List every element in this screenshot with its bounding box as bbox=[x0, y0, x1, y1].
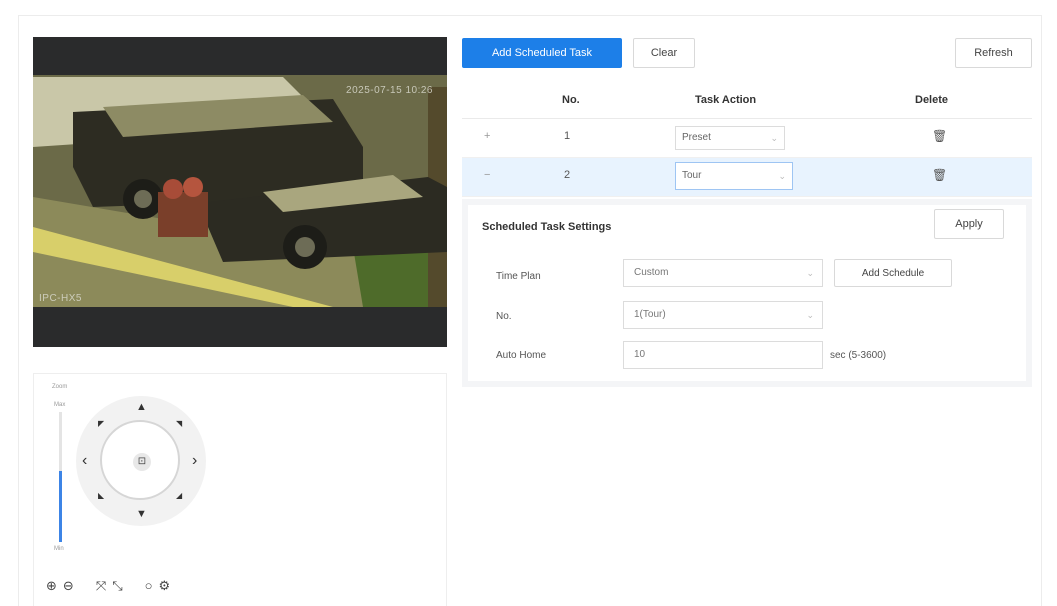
zoom-in-icon[interactable]: ⊕ bbox=[46, 578, 57, 593]
no-label: No. bbox=[496, 311, 512, 322]
focus-near-icon[interactable]: ⤧ bbox=[96, 578, 106, 593]
no-select[interactable]: 1(Tour) ⌄ bbox=[623, 301, 823, 329]
ptz-center-icon[interactable]: ⊡ bbox=[133, 453, 151, 471]
chevron-down-icon: ⌄ bbox=[778, 171, 786, 181]
col-header-no: No. bbox=[562, 94, 580, 106]
refresh-button[interactable]: Refresh bbox=[955, 38, 1032, 68]
col-header-delete: Delete bbox=[915, 94, 949, 106]
focus-far-icon[interactable]: ⤡ bbox=[112, 578, 122, 593]
arrow-up-left-icon[interactable]: ◤ bbox=[98, 420, 104, 428]
speed-slider-fill bbox=[59, 470, 62, 542]
task-action-select[interactable]: Tour ⌄ bbox=[675, 162, 793, 190]
table-header: No. Task Action Delete bbox=[462, 83, 1032, 119]
trash-icon[interactable]: 🗑 bbox=[932, 168, 947, 182]
time-plan-select[interactable]: Custom ⌄ bbox=[623, 259, 823, 287]
chevron-down-icon: ⌄ bbox=[770, 133, 778, 143]
video-preview: 2025-07-15 10:26 IPC-HX5 bbox=[33, 37, 447, 347]
scheduled-task-settings-panel: Scheduled Task Settings Apply Time Plan … bbox=[462, 199, 1032, 387]
task-action-select[interactable]: Preset ⌄ bbox=[675, 126, 785, 150]
add-scheduled-task-button[interactable]: Add Scheduled Task bbox=[462, 38, 622, 68]
settings-card: Scheduled Task Settings Apply Time Plan … bbox=[468, 205, 1026, 381]
ptz-lens-controls: ⊕ ⊖ ⤧ ⤡ ○ ⚙ bbox=[46, 578, 176, 594]
arrow-down-left-icon[interactable]: ◣ bbox=[98, 492, 104, 500]
arrow-up-right-icon[interactable]: ◥ bbox=[176, 420, 182, 428]
slider-min-label: Min bbox=[54, 546, 64, 552]
ptz-control-panel: Zoom Max Min ⊡ ▲ ▼ ‹ › ◤ ◥ ◣ ◢ ⊕ ⊖ ⤧ ⤡ ○ ⚙ bbox=[33, 373, 447, 606]
add-schedule-button[interactable]: Add Schedule bbox=[834, 259, 952, 287]
clear-button[interactable]: Clear bbox=[633, 38, 695, 68]
slider-title: Zoom bbox=[52, 384, 68, 390]
row-number: 2 bbox=[564, 169, 571, 181]
arrow-down-right-icon[interactable]: ◢ bbox=[176, 492, 182, 500]
no-value: 1(Tour) bbox=[634, 309, 666, 320]
arrow-left-icon[interactable]: ‹ bbox=[82, 453, 87, 469]
apply-button[interactable]: Apply bbox=[934, 209, 1004, 239]
video-camera-label: IPC-HX5 bbox=[39, 293, 82, 304]
arrow-up-icon[interactable]: ▲ bbox=[136, 402, 147, 413]
zoom-out-icon[interactable]: ⊖ bbox=[63, 578, 74, 593]
auto-home-unit: sec (5-3600) bbox=[830, 350, 887, 361]
auto-home-label: Auto Home bbox=[496, 350, 547, 361]
chevron-down-icon: ⌄ bbox=[806, 268, 814, 278]
row-number: 1 bbox=[564, 130, 571, 142]
col-header-task-action: Task Action bbox=[695, 94, 757, 106]
table-row[interactable]: − 2 Tour ⌄ 🗑 bbox=[462, 158, 1032, 197]
scheduled-task-table: No. Task Action Delete + 1 Preset ⌄ 🗑 − … bbox=[462, 83, 1032, 199]
collapse-toggle-icon[interactable]: − bbox=[484, 169, 490, 181]
trash-icon[interactable]: 🗑 bbox=[932, 129, 947, 143]
settings-title: Scheduled Task Settings bbox=[482, 221, 612, 233]
time-plan-value: Custom bbox=[634, 267, 669, 278]
time-plan-label: Time Plan bbox=[496, 271, 541, 282]
expand-toggle-icon[interactable]: + bbox=[484, 130, 490, 142]
slider-max-label: Max bbox=[54, 402, 66, 408]
task-action-value: Tour bbox=[682, 170, 702, 181]
arrow-right-icon[interactable]: › bbox=[192, 453, 197, 469]
task-action-value: Preset bbox=[682, 132, 711, 143]
table-row[interactable]: + 1 Preset ⌄ 🗑 bbox=[462, 119, 1032, 158]
auto-home-input[interactable]: 10 bbox=[623, 341, 823, 369]
arrow-down-icon[interactable]: ▼ bbox=[136, 509, 147, 520]
ptz-direction-pad: ⊡ ▲ ▼ ‹ › ◤ ◥ ◣ ◢ bbox=[76, 396, 206, 526]
video-timestamp: 2025-07-15 10:26 bbox=[346, 85, 433, 96]
chevron-down-icon: ⌄ bbox=[806, 310, 814, 320]
camera-scene bbox=[33, 37, 447, 347]
iris-open-icon[interactable]: ○ bbox=[145, 578, 153, 593]
iris-close-icon[interactable]: ⚙ bbox=[158, 578, 170, 593]
